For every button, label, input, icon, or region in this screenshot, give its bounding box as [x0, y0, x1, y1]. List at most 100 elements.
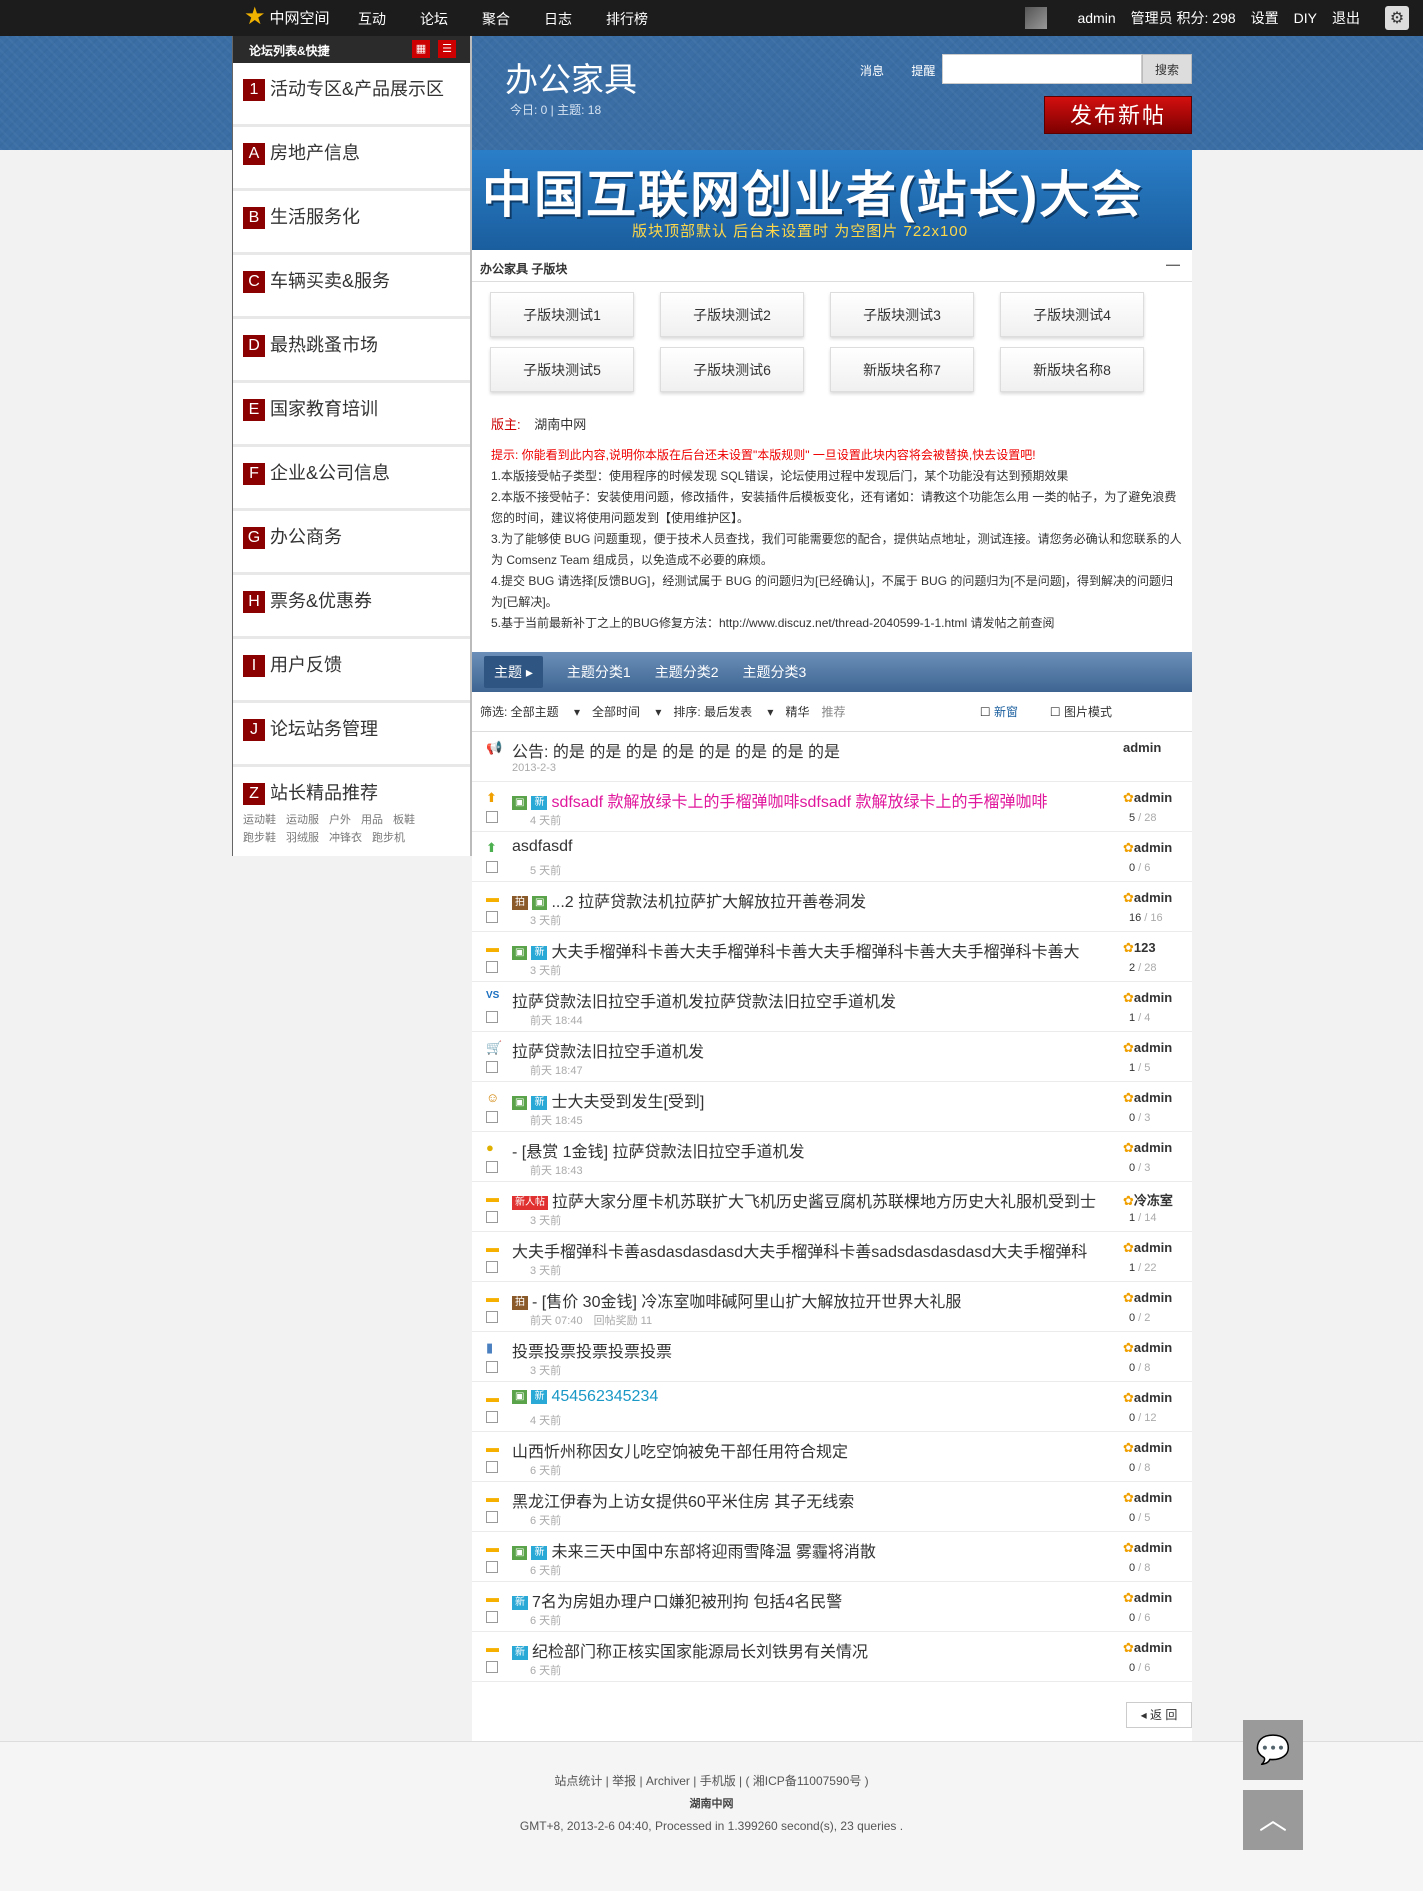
subforum-button[interactable]: 新版块名称7: [830, 347, 974, 392]
username-link[interactable]: admin: [1077, 10, 1115, 26]
sidebar-item-tickets[interactable]: H 票务&优惠券: [233, 575, 470, 639]
thread-author[interactable]: ✿admin: [1123, 990, 1172, 1006]
thread-row[interactable]: ▬ 新人帖 拉萨大家分厘卡机苏联扩大飞机历史酱豆腐机苏联棵地方历史大礼服机受到士 3 …: [472, 1182, 1192, 1232]
thread-author[interactable]: admin: [1123, 740, 1161, 755]
thread-row[interactable]: ▬ ▣ 新 454562345234 4 天前 ✿admin 0 / 12: [472, 1382, 1192, 1432]
thread-author[interactable]: ✿admin: [1123, 1640, 1172, 1656]
tab-category-1[interactable]: 主题分类1: [567, 662, 631, 682]
chat-bubble-icon[interactable]: 💬: [1243, 1720, 1303, 1780]
tag-link[interactable]: 板鞋: [393, 814, 415, 826]
thread-select-checkbox[interactable]: [486, 1011, 498, 1023]
thread-author[interactable]: ✿admin: [1123, 790, 1172, 806]
nav-interact[interactable]: 互动: [358, 9, 386, 29]
thread-row[interactable]: ▬ 大夫手榴弹科卡善asdasdasdasd大夫手榴弹科卡善sadsdasdasd…: [472, 1232, 1192, 1282]
grid-view-icon[interactable]: ▦: [412, 40, 430, 58]
reminders-link[interactable]: 提醒: [911, 64, 935, 78]
filter-digest[interactable]: 精华: [785, 703, 809, 720]
thread-author[interactable]: ✿admin: [1123, 890, 1172, 906]
footer-links[interactable]: 站点统计 | 举报 | Archiver | 手机版 | ( 湘ICP备1100…: [0, 1772, 1423, 1789]
thread-title[interactable]: 山西忻州称因女儿吃空饷被免干部任用符合规定: [512, 1438, 848, 1462]
subforum-button[interactable]: 子版块测试6: [660, 347, 804, 392]
subforum-button[interactable]: 子版块测试4: [1000, 292, 1144, 337]
thread-select-checkbox[interactable]: [486, 911, 498, 923]
picture-mode-checkbox[interactable]: ☐ 图片模式: [1050, 703, 1124, 720]
nav-aggregate[interactable]: 聚合: [482, 9, 510, 29]
thread-select-checkbox[interactable]: [486, 811, 498, 823]
thread-author[interactable]: ✿冷冻室: [1123, 1190, 1173, 1209]
thread-select-checkbox[interactable]: [486, 1161, 498, 1173]
sidebar-item-company[interactable]: F 企业&公司信息: [233, 447, 470, 511]
list-view-icon[interactable]: ☰: [438, 40, 456, 58]
tag-link[interactable]: 羽绒服: [286, 832, 319, 844]
sidebar-item-activity[interactable]: 1 活动专区&产品展示区: [233, 63, 470, 127]
thread-select-checkbox[interactable]: [486, 1261, 498, 1273]
thread-row[interactable]: ▬ 拍 ▣ ...2 拉萨贷款法机拉萨扩大解放拉开善卷洞发 3 天前 ✿admin 16 /…: [472, 882, 1192, 932]
thread-row[interactable]: 📢 公告: 的是 的是 的是 的是 的是 的是 的是 的是 2013-2-3 admi…: [472, 732, 1192, 782]
thread-select-checkbox[interactable]: [486, 1311, 498, 1323]
thread-select-checkbox[interactable]: [486, 1461, 498, 1473]
thread-title[interactable]: ▣ 新大夫手榴弹科卡善大夫手榴弹科卡善大夫手榴弹科卡善大夫手榴弹科卡善大: [512, 938, 1079, 962]
role-points[interactable]: 管理员 积分: 298: [1131, 8, 1236, 28]
sidebar-item-fleamarket[interactable]: D 最热跳蚤市场: [233, 319, 470, 383]
thread-row[interactable]: ⬆ ▣ 新 sdfsadf 款解放绿卡上的手榴弹咖啡sdfsadf 款解放绿卡上的手榴…: [472, 782, 1192, 832]
thread-row[interactable]: ▬ 新纪检部门称正核实国家能源局长刘铁男有关情况 6 天前 ✿admin 0 / 6: [472, 1632, 1192, 1682]
thread-title[interactable]: 新 7名为房姐办理户口嫌犯被刑拘 包括4名民警: [512, 1588, 842, 1612]
thread-title[interactable]: ▣ 新未来三天中国中东部将迎雨雪降温 雾霾将消散: [512, 1538, 876, 1562]
tag-link[interactable]: 跑步机: [372, 832, 405, 844]
thread-title[interactable]: 投票投票投票投票投票: [512, 1338, 672, 1362]
nav-ranking[interactable]: 排行榜: [606, 9, 648, 29]
diy-link[interactable]: DIY: [1294, 10, 1317, 26]
thread-row[interactable]: ● - [悬赏 1金钱] 拉萨贷款法旧拉空手道机发 前天 18:43 ✿admin 0 …: [472, 1132, 1192, 1182]
thread-title[interactable]: 拉萨贷款法旧拉空手道机发拉萨贷款法旧拉空手道机发: [512, 988, 896, 1012]
thread-select-checkbox[interactable]: [486, 1611, 498, 1623]
thread-author[interactable]: ✿admin: [1123, 1340, 1172, 1356]
thread-select-checkbox[interactable]: [486, 1661, 498, 1673]
thread-title[interactable]: ▣ 新 sdfsadf 款解放绿卡上的手榴弹咖啡sdfsadf 款解放绿卡上的手榴弹…: [512, 788, 1048, 812]
tab-all-threads[interactable]: 主题 ▸: [484, 656, 543, 688]
sidebar-item-sitemanage[interactable]: J 论坛站务管理: [233, 703, 470, 767]
thread-row[interactable]: ▮ 投票投票投票投票投票 3 天前 ✿admin 0 / 8: [472, 1332, 1192, 1382]
thread-author[interactable]: ✿123: [1123, 940, 1156, 956]
tag-link[interactable]: 户外: [329, 814, 351, 826]
sidebar-item-feedback[interactable]: I 用户反馈: [233, 639, 470, 703]
thread-title[interactable]: ▣ 新士大夫受到发生[受到]: [512, 1088, 704, 1112]
new-window-checkbox[interactable]: ☐ 新窗: [980, 703, 1030, 720]
subforum-button[interactable]: 子版块测试1: [490, 292, 634, 337]
thread-row[interactable]: ▬ 新 7名为房姐办理户口嫌犯被刑拘 包括4名民警 6 天前 ✿admin 0 / 6: [472, 1582, 1192, 1632]
thread-author[interactable]: ✿admin: [1123, 1490, 1172, 1506]
filter-sort[interactable]: 排序: 最后发表 ▾: [673, 703, 773, 720]
logout-link[interactable]: 退出: [1332, 8, 1360, 28]
thread-author[interactable]: ✿admin: [1123, 840, 1172, 856]
nav-blog[interactable]: 日志: [544, 9, 572, 29]
sidebar-item-realestate[interactable]: A 房地产信息: [233, 127, 470, 191]
thread-row[interactable]: ▬ 黑龙江伊春为上访女提供60平米住房 其子无线索 6 天前 ✿admin 0 / 5: [472, 1482, 1192, 1532]
thread-row[interactable]: VS 拉萨贷款法旧拉空手道机发拉萨贷款法旧拉空手道机发 前天 18:44 ✿admin…: [472, 982, 1192, 1032]
thread-row[interactable]: ▬ ▣ 新未来三天中国中东部将迎雨雪降温 雾霾将消散 6 天前 ✿admin 0 / 8: [472, 1532, 1192, 1582]
sidebar-item-recommend[interactable]: Z 站长精品推荐 运动鞋 运动服 户外 用品 板鞋 跑步鞋 羽绒服 冲锋衣 跑步机: [233, 767, 470, 847]
sidebar-item-lifeservice[interactable]: B 生活服务化: [233, 191, 470, 255]
thread-title[interactable]: 黑龙江伊春为上访女提供60平米住房 其子无线索: [512, 1488, 854, 1512]
tag-link[interactable]: 运动鞋: [243, 814, 276, 826]
tag-link[interactable]: 冲锋衣: [329, 832, 362, 844]
thread-select-checkbox[interactable]: [486, 1411, 498, 1423]
thread-row[interactable]: 🛒 拉萨贷款法旧拉空手道机发 前天 18:47 ✿admin 1 / 5: [472, 1032, 1192, 1082]
subforum-button[interactable]: 子版块测试2: [660, 292, 804, 337]
thread-author[interactable]: ✿admin: [1123, 1040, 1172, 1056]
collapse-icon[interactable]: —: [1166, 256, 1180, 272]
thread-title[interactable]: 拍 ▣ ...2 拉萨贷款法机拉萨扩大解放拉开善卷洞发: [512, 888, 866, 912]
thread-author[interactable]: ✿admin: [1123, 1140, 1172, 1156]
thread-select-checkbox[interactable]: [486, 1211, 498, 1223]
thread-title[interactable]: - [悬赏 1金钱] 拉萨贷款法旧拉空手道机发: [512, 1138, 804, 1162]
sidebar-item-vehicles[interactable]: C 车辆买卖&服务: [233, 255, 470, 319]
thread-title[interactable]: 拉萨贷款法旧拉空手道机发: [512, 1038, 704, 1062]
back-button[interactable]: ◂ 返 回: [1126, 1702, 1192, 1728]
new-post-button[interactable]: 发布新帖: [1044, 96, 1192, 134]
thread-author[interactable]: ✿admin: [1123, 1240, 1172, 1256]
tab-category-2[interactable]: 主题分类2: [655, 662, 719, 682]
messages-link[interactable]: 消息: [860, 64, 884, 78]
thread-title[interactable]: 新人帖 拉萨大家分厘卡机苏联扩大飞机历史酱豆腐机苏联棵地方历史大礼服机受到士: [512, 1188, 1096, 1212]
thread-title[interactable]: ▣ 新 454562345234: [512, 1388, 658, 1406]
thread-select-checkbox[interactable]: [486, 1511, 498, 1523]
tag-link[interactable]: 运动服: [286, 814, 319, 826]
back-to-top-icon[interactable]: ︿: [1243, 1790, 1303, 1850]
